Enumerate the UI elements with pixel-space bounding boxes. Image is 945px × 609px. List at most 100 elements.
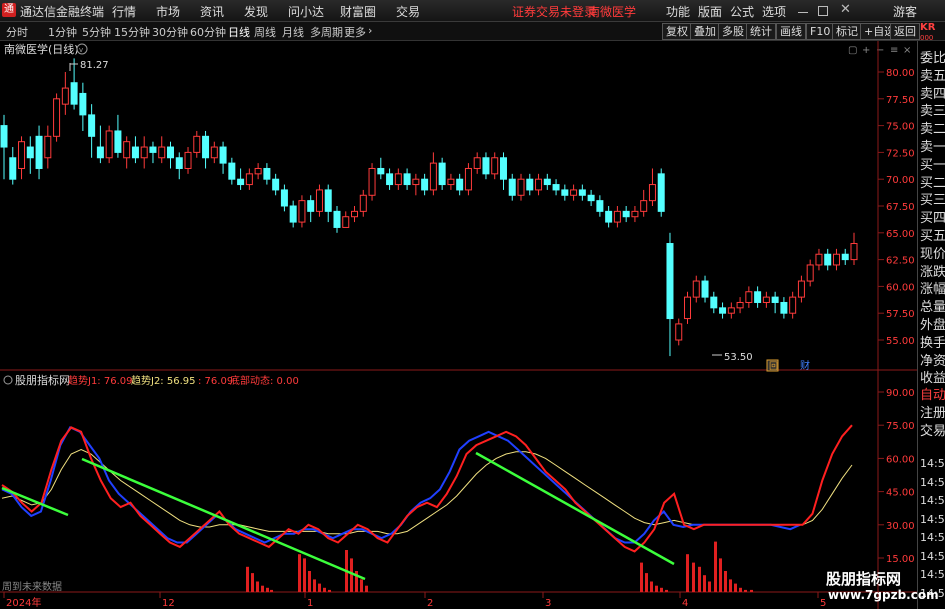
indicator-settings-icon[interactable] — [3, 375, 13, 385]
statistics-button[interactable]: 统计 — [746, 23, 776, 40]
maximize-icon[interactable] — [818, 6, 828, 16]
menu-gongshi[interactable]: 公式 — [730, 3, 754, 20]
indicator-tick-label: 45.00 — [886, 488, 915, 499]
period-daily[interactable]: 日线 — [228, 24, 250, 40]
candle-body — [421, 178, 429, 191]
indicator-name[interactable]: 股朋指标网 — [15, 373, 70, 387]
signal-bar — [744, 589, 747, 592]
candle-body — [61, 87, 69, 105]
indicator-ma-line — [1, 448, 853, 535]
candle-body — [657, 173, 665, 212]
menu-banmian[interactable]: 版面 — [698, 3, 722, 20]
candle-body — [298, 200, 306, 223]
candle-body — [710, 296, 718, 309]
period-30min[interactable]: 30分钟 — [152, 24, 188, 40]
minimize-icon[interactable] — [798, 12, 808, 13]
period-15min[interactable]: 15分钟 — [114, 24, 150, 40]
period-1min[interactable]: 1分钟 — [48, 24, 77, 40]
candle-body — [543, 178, 551, 186]
candle-body — [456, 178, 464, 191]
signal-bar — [298, 554, 301, 592]
signal-bar — [251, 573, 254, 592]
panel-row-label: 总量 — [920, 300, 945, 316]
trade-status-warning[interactable]: 证券交易未登录 — [512, 3, 596, 20]
signal-bar — [650, 581, 653, 592]
back-button[interactable]: 返回 — [890, 23, 920, 40]
panel-row-label: 卖一 — [920, 140, 945, 155]
panel-auto-label[interactable]: 自动 — [920, 384, 945, 403]
candle-body — [605, 210, 613, 223]
guest-label[interactable]: 游客 — [893, 3, 917, 20]
price-tick-label: 72.50 — [886, 148, 915, 159]
panel-row-label: 卖三 — [920, 104, 945, 120]
menu-zixun[interactable]: 资讯 — [200, 3, 224, 20]
candle-body — [850, 243, 858, 261]
menu-hangqing[interactable]: 行情 — [112, 3, 136, 20]
candle-body — [359, 194, 367, 212]
panel-register-label[interactable]: 注册 — [920, 402, 945, 421]
menu-caifuquan[interactable]: 财富圈 — [340, 3, 376, 20]
candle-body — [0, 125, 8, 148]
f10-button[interactable]: F10 — [806, 23, 835, 40]
period-more[interactable]: 更多 — [344, 24, 366, 40]
signal-bar — [692, 562, 695, 592]
period-weekly[interactable]: 周线 — [254, 24, 276, 40]
candle-body — [18, 141, 26, 169]
zoom-out-icon[interactable]: − — [876, 45, 884, 56]
draw-line-button[interactable]: 画线 — [776, 23, 806, 40]
candle-body — [44, 135, 52, 159]
close-icon[interactable]: ✕ — [840, 2, 851, 17]
zoom-in-icon[interactable]: + — [862, 45, 870, 56]
candle-body — [342, 216, 350, 228]
menu-jiaoyi[interactable]: 交易 — [396, 3, 420, 20]
signal-bar — [708, 581, 711, 592]
signal-bar — [714, 541, 717, 592]
candle-body — [771, 296, 779, 303]
candle-body — [675, 323, 683, 341]
time-axis: 2024年 12 1 2 3 4 5 — [3, 592, 826, 609]
trend-line-3 — [475, 451, 675, 566]
candle-body — [631, 210, 639, 218]
period-fenshi[interactable]: 分时 — [6, 24, 28, 40]
panel-row-label: 买四 — [920, 211, 945, 227]
period-60min[interactable]: 60分钟 — [190, 24, 226, 40]
period-toolbar: 分时 1分钟 5分钟 15分钟 30分钟 60分钟 日线 周线 月线 多周期 更… — [0, 22, 945, 41]
chart-option-icon[interactable]: ▢ — [848, 45, 857, 56]
multi-stock-button[interactable]: 多股 — [718, 23, 748, 40]
panel-header: KR — [920, 22, 936, 33]
period-multi[interactable]: 多周期 — [310, 24, 343, 40]
candle-body — [193, 135, 201, 153]
menu-xuanxiang[interactable]: 选项 — [762, 3, 786, 20]
candlestick-series — [0, 58, 858, 357]
candle-body — [280, 189, 288, 207]
chart-close-icon[interactable]: × — [903, 45, 911, 56]
candle-body — [762, 296, 770, 303]
app-logo-icon: 通 — [2, 3, 16, 17]
period-monthly[interactable]: 月线 — [282, 24, 304, 40]
high-price-label: 81.27 — [80, 60, 109, 71]
panel-row-label: 涨跌 — [920, 264, 945, 280]
candle-body — [123, 141, 131, 159]
candle-body — [815, 253, 823, 266]
candle-body — [464, 167, 472, 191]
event-marker-cai[interactable]: 财 — [800, 359, 810, 372]
candle-body — [526, 178, 534, 191]
candle-body — [508, 178, 516, 196]
candle-body — [140, 146, 148, 159]
signal-bar — [660, 587, 663, 592]
kline-chart-area[interactable]: 南微医学(日线) v ▢ + − ≡ × 80.00 77.50 75.00 72.5… — [0, 41, 917, 609]
chart-menu-icon[interactable]: ≡ — [890, 45, 898, 56]
candle-body — [806, 264, 814, 282]
mark-button[interactable]: 标记 — [832, 23, 862, 40]
fuquan-button[interactable]: 复权 — [662, 23, 692, 40]
menu-gongneng[interactable]: 功能 — [666, 3, 690, 20]
menu-faxian[interactable]: 发现 — [244, 3, 268, 20]
time-tick-label: 3 — [545, 598, 551, 609]
menu-shichang[interactable]: 市场 — [156, 3, 180, 20]
overlay-button[interactable]: 叠加 — [690, 23, 720, 40]
period-5min[interactable]: 5分钟 — [82, 24, 111, 40]
menu-wenxiaoda[interactable]: 问小达 — [288, 3, 324, 20]
panel-trade-label[interactable]: 交易 — [920, 420, 945, 439]
chevron-right-icon[interactable]: › — [368, 24, 372, 37]
candle-body — [613, 210, 621, 223]
